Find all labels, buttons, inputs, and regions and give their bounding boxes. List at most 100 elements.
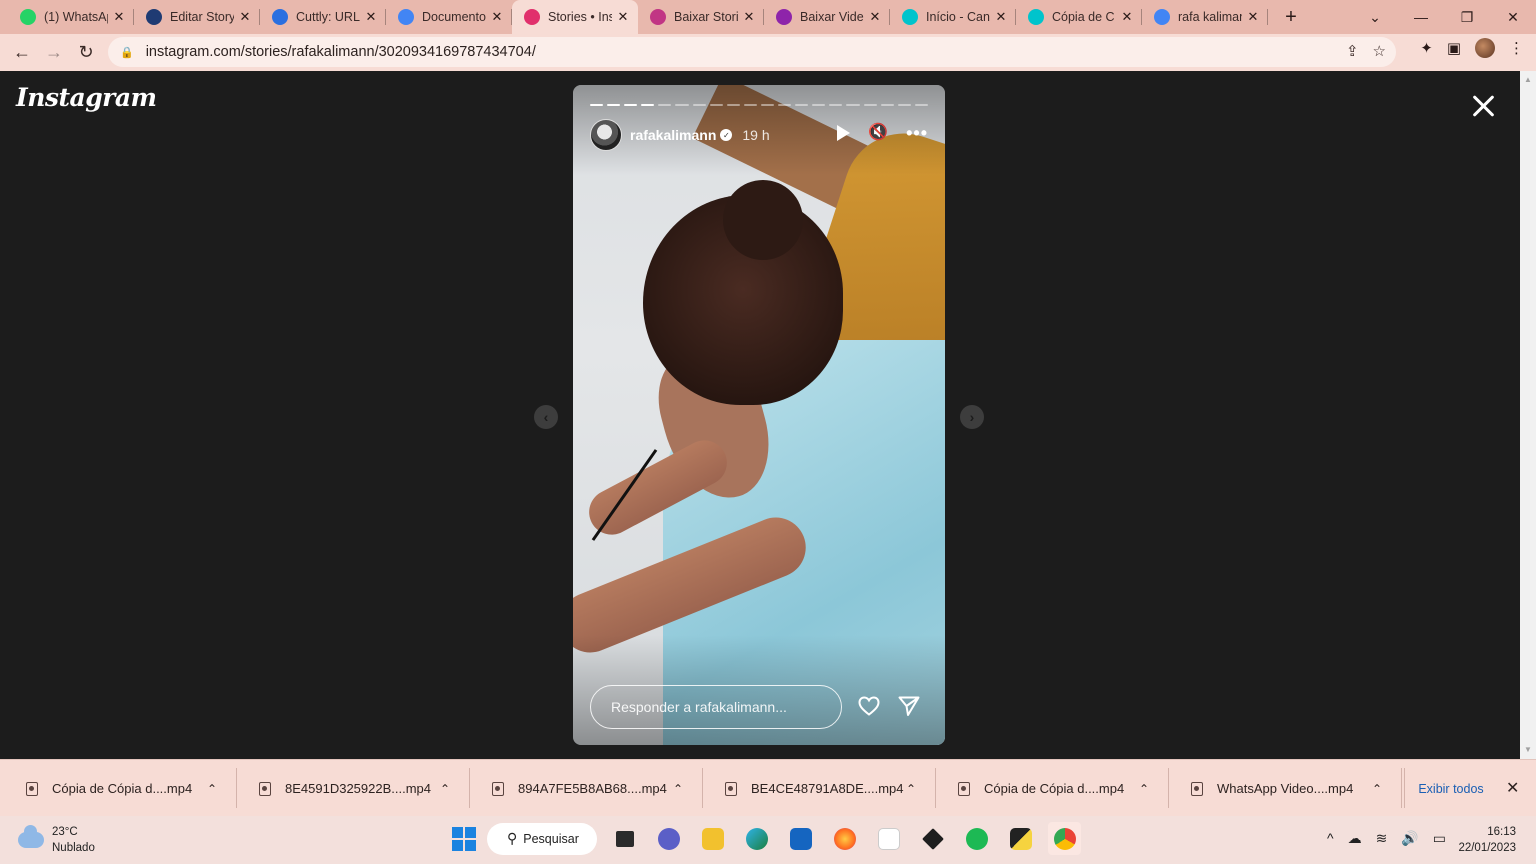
bookmark-star-icon[interactable]: ☆: [1373, 42, 1386, 60]
progress-segment: [829, 104, 843, 106]
cloud-icon: [18, 825, 44, 848]
browser-tab[interactable]: Início - Can ✕: [890, 0, 1016, 34]
previous-story-chevron-icon[interactable]: ‹: [534, 405, 558, 429]
download-item[interactable]: WhatsApp Video....mp4 ⌃: [1169, 760, 1402, 817]
wifi-icon[interactable]: ≋: [1376, 830, 1388, 847]
chevron-up-icon[interactable]: ⌃: [440, 782, 470, 796]
extensions-puzzle-icon[interactable]: ✦: [1420, 39, 1433, 57]
browser-tab[interactable]: Documento ✕: [386, 0, 512, 34]
tab-close-icon[interactable]: ✕: [364, 9, 378, 25]
amazon-icon[interactable]: [872, 822, 905, 855]
reload-icon[interactable]: ↻: [70, 37, 102, 69]
restore-button[interactable]: ❐: [1444, 0, 1490, 34]
download-item[interactable]: Cópia de Cópia d....mp4 ⌃: [936, 760, 1169, 817]
dropbox-icon[interactable]: [916, 822, 949, 855]
browser-tab[interactable]: (1) WhatsApp ✕: [8, 0, 134, 34]
profile-avatar[interactable]: [1475, 38, 1495, 58]
tab-close-icon[interactable]: ✕: [112, 9, 126, 25]
story-reply-input[interactable]: Responder a rafakalimann...: [590, 685, 842, 729]
page-scrollbar[interactable]: ▲ ▼: [1520, 71, 1536, 759]
lock-icon[interactable]: 🔒: [120, 46, 134, 59]
clock-date: 22/01/2023: [1458, 842, 1516, 854]
browser-tab[interactable]: Baixar Vide ✕: [764, 0, 890, 34]
sticky-notes-icon[interactable]: [1004, 822, 1037, 855]
firefox-icon[interactable]: [828, 822, 861, 855]
close-downloads-bar-icon[interactable]: ✕: [1506, 778, 1519, 798]
download-item[interactable]: BE4CE48791A8DE....mp4 ⌃: [703, 760, 936, 817]
download-filename: 8E4591D325922B....mp4: [285, 781, 431, 796]
docs-icon: [398, 9, 414, 25]
taskbar-search[interactable]: ⚲ Pesquisar: [487, 822, 597, 855]
scroll-up-arrow-icon[interactable]: ▲: [1520, 75, 1536, 84]
send-paper-plane-icon[interactable]: [897, 694, 921, 718]
tab-close-icon[interactable]: ✕: [742, 9, 756, 25]
browser-tab[interactable]: Baixar Stori ✕: [638, 0, 764, 34]
progress-segment: [880, 104, 894, 106]
clock-time: 16:13: [1487, 826, 1516, 838]
system-tray: ^ ☁ ≋ 🔊 ▭: [1327, 830, 1446, 847]
story-username[interactable]: rafakalimann: [630, 127, 716, 143]
download-icon: [650, 9, 666, 25]
tab-search-icon[interactable]: ⌄: [1352, 0, 1398, 34]
more-options-icon[interactable]: •••: [906, 124, 928, 142]
tab-close-icon[interactable]: ✕: [994, 9, 1008, 25]
new-tab-button[interactable]: +: [1276, 6, 1306, 29]
chrome-icon[interactable]: [1048, 822, 1081, 855]
show-all-downloads-link[interactable]: Exibir todos: [1404, 760, 1498, 817]
share-icon[interactable]: ⇪: [1346, 42, 1359, 60]
browser-tab[interactable]: Editar Story ✕: [134, 0, 260, 34]
microsoft-store-icon[interactable]: [784, 822, 817, 855]
story-user-avatar[interactable]: [590, 119, 622, 151]
instagram-logo[interactable]: Instagram: [16, 83, 157, 112]
story-media[interactable]: rafakalimann ✓ 19 h 🔇 ••• Responder a ra…: [573, 85, 945, 745]
taskbar-clock[interactable]: 16:13 22/01/2023: [1458, 824, 1516, 856]
browser-tab[interactable]: Cópia de C ✕: [1016, 0, 1142, 34]
tab-title: (1) WhatsApp: [44, 10, 108, 24]
onedrive-cloud-icon[interactable]: ☁: [1348, 830, 1362, 847]
chevron-up-icon[interactable]: ⌃: [1372, 782, 1402, 796]
tab-close-icon[interactable]: ✕: [616, 9, 630, 25]
video-file-icon: [958, 781, 970, 796]
menu-kebab-icon[interactable]: ⋮: [1509, 39, 1524, 57]
browser-tab[interactable]: Stories • Ins ✕: [512, 0, 638, 34]
weather-widget[interactable]: 23°C Nublado: [18, 824, 95, 856]
chevron-up-icon[interactable]: ⌃: [207, 782, 237, 796]
teams-chat-icon[interactable]: [652, 822, 685, 855]
side-panel-icon[interactable]: ▣: [1447, 39, 1461, 57]
chevron-up-icon[interactable]: ⌃: [906, 782, 936, 796]
address-bar[interactable]: 🔒 instagram.com/stories/rafakalimann/302…: [108, 37, 1396, 67]
back-arrow-icon[interactable]: ←: [6, 37, 38, 69]
browser-tab[interactable]: rafa kaliman ✕: [1142, 0, 1268, 34]
chevron-up-icon[interactable]: ⌃: [673, 782, 703, 796]
download-item[interactable]: 8E4591D325922B....mp4 ⌃: [237, 760, 470, 817]
play-icon[interactable]: [837, 125, 851, 141]
edge-icon[interactable]: [740, 822, 773, 855]
tray-overflow-chevron-icon[interactable]: ^: [1327, 830, 1334, 847]
spotify-icon[interactable]: [960, 822, 993, 855]
muted-speaker-icon[interactable]: 🔇: [868, 125, 888, 141]
heart-icon[interactable]: [857, 694, 881, 718]
canva-icon: [1028, 9, 1044, 25]
close-story-icon[interactable]: [1468, 91, 1498, 121]
download-item[interactable]: Cópia de Cópia d....mp4 ⌃: [4, 760, 237, 817]
chevron-up-icon[interactable]: ⌃: [1139, 782, 1169, 796]
task-view-icon[interactable]: [608, 822, 641, 855]
next-story-chevron-icon[interactable]: ›: [960, 405, 984, 429]
file-explorer-icon[interactable]: [696, 822, 729, 855]
volume-icon[interactable]: 🔊: [1401, 830, 1418, 847]
tab-close-icon[interactable]: ✕: [1246, 9, 1260, 25]
progress-segment: [743, 104, 757, 106]
minimize-button[interactable]: —: [1398, 0, 1444, 34]
progress-segment: [760, 104, 775, 106]
download-item[interactable]: 894A7FE5B8AB68....mp4 ⌃: [470, 760, 703, 817]
tab-close-icon[interactable]: ✕: [490, 9, 504, 25]
tab-close-icon[interactable]: ✕: [238, 9, 252, 25]
battery-icon[interactable]: ▭: [1433, 830, 1446, 847]
window-close-button[interactable]: ✕: [1490, 0, 1536, 34]
windows-start-icon[interactable]: [452, 826, 476, 851]
tab-close-icon[interactable]: ✕: [1120, 9, 1134, 25]
forward-arrow-icon[interactable]: →: [38, 37, 70, 69]
tab-close-icon[interactable]: ✕: [868, 9, 882, 25]
browser-tab[interactable]: Cuttly: URL ✕: [260, 0, 386, 34]
scroll-down-arrow-icon[interactable]: ▼: [1520, 745, 1536, 754]
